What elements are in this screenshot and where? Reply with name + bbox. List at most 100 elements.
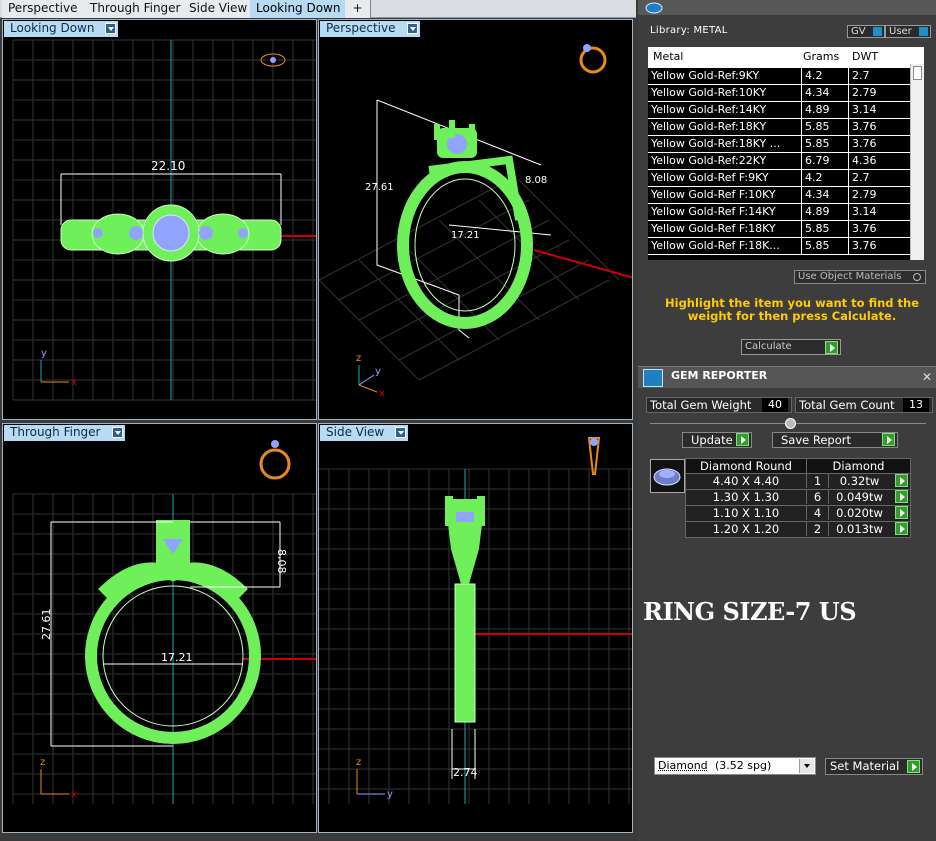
play-icon bbox=[736, 433, 749, 446]
grams-cell: 5.85 bbox=[801, 238, 847, 254]
table-row[interactable]: Yellow Gold-Ref F:14KY 4.89 3.14 bbox=[648, 203, 924, 220]
table-row[interactable]: Yellow Gold-Ref:9KY 4.2 2.7 bbox=[648, 67, 924, 84]
gv-button[interactable]: GV bbox=[847, 25, 885, 38]
user-button[interactable]: User bbox=[885, 25, 931, 38]
dwt-cell: 3.76 bbox=[848, 238, 910, 254]
gem-size-cell: 1.30 X 1.30 bbox=[712, 490, 780, 504]
side-view-scene: 2.74 z y bbox=[319, 437, 632, 804]
through-finger-scene: 27.61 8.08 17.21 z x bbox=[12, 440, 316, 804]
viewport-looking-down[interactable]: Looking Down 22.10 y x bbox=[2, 19, 317, 420]
metal-table[interactable]: Metal Grams DWT Yellow Gold-Ref:9KY 4.2 2.… bbox=[648, 47, 924, 260]
gem-weight-cell: 0.013tw bbox=[828, 522, 890, 536]
library-icon bbox=[645, 2, 663, 14]
column-header-metal[interactable]: Metal bbox=[653, 47, 683, 67]
tab-perspective[interactable]: Perspective bbox=[2, 0, 85, 18]
gem-table-row[interactable]: 1.20 X 1.20 2 0.013tw bbox=[685, 522, 911, 538]
table-row[interactable]: Yellow Gold-Ref:14KY 4.89 3.14 bbox=[648, 101, 924, 118]
grams-cell: 4.34 bbox=[801, 187, 847, 203]
view-tabs: Perspective Through Finger Side View Loo… bbox=[0, 0, 636, 18]
viewport-through-finger[interactable]: Through Finger 27.61 8.08 17.21 z x bbox=[2, 423, 317, 833]
metal-table-header: Metal Grams DWT bbox=[648, 47, 924, 67]
metal-name-cell: Yellow Gold-Ref:10KY bbox=[651, 86, 767, 99]
chevron-down-icon[interactable] bbox=[395, 427, 407, 438]
gem-weight-cell: 0.020tw bbox=[828, 506, 890, 520]
calculate-button[interactable]: Calculate bbox=[741, 339, 841, 355]
add-tab-button[interactable]: + bbox=[345, 0, 371, 18]
axis-indicator bbox=[356, 769, 385, 795]
gem-slider-handle[interactable] bbox=[785, 418, 796, 429]
dimension-label: 17.21 bbox=[161, 651, 193, 664]
dimension-label: 27.61 bbox=[365, 182, 394, 193]
user-toggle-icon bbox=[918, 27, 928, 36]
gem-table-row[interactable]: 4.40 X 4.40 1 0.32tw bbox=[685, 474, 911, 490]
grams-cell: 5.85 bbox=[801, 119, 847, 135]
close-icon[interactable]: ✕ bbox=[922, 370, 932, 384]
dwt-cell: 3.14 bbox=[848, 102, 910, 118]
viewport-perspective[interactable]: Perspective 27.61 8.08 17.21 z y x bbox=[318, 19, 633, 420]
gem-reporter-icon bbox=[643, 369, 663, 387]
table-scrollbar[interactable] bbox=[910, 64, 924, 260]
viewport-label[interactable]: Through Finger bbox=[4, 425, 125, 441]
orientation-gizmo bbox=[259, 440, 291, 480]
axis-z-label: z bbox=[356, 757, 361, 768]
diamond-thumbnail[interactable] bbox=[650, 459, 685, 493]
play-icon[interactable] bbox=[895, 490, 908, 503]
metal-name-cell: Yellow Gold-Ref F:14KY bbox=[651, 205, 776, 218]
table-row[interactable]: Yellow Gold-Ref F:9KY 4.2 2.7 bbox=[648, 169, 924, 186]
app-window: Perspective Through Finger Side View Loo… bbox=[0, 0, 936, 841]
looking-down-scene: 22.10 y x bbox=[12, 39, 316, 401]
metal-name-cell: Yellow Gold-Ref F:18K... bbox=[651, 239, 780, 252]
ring-top-view bbox=[60, 204, 282, 262]
viewport-label[interactable]: Side View bbox=[320, 425, 409, 441]
gem-table-row[interactable]: 1.30 X 1.30 6 0.049tw bbox=[685, 490, 911, 506]
chevron-down-icon[interactable] bbox=[105, 23, 117, 34]
table-row[interactable]: Yellow Gold-Ref:22KY 6.79 4.36 bbox=[648, 152, 924, 169]
gem-table-row[interactable]: 1.10 X 1.10 4 0.020tw bbox=[685, 506, 911, 522]
viewport-label[interactable]: Perspective bbox=[320, 21, 420, 37]
material-density: (3.52 spg) bbox=[715, 759, 772, 772]
axis-y-label: y bbox=[41, 348, 47, 359]
column-header-grams[interactable]: Grams bbox=[803, 47, 839, 67]
grams-cell: 4.2 bbox=[801, 170, 847, 186]
ring-perspective bbox=[397, 120, 533, 329]
gem-count-cell: 6 bbox=[806, 490, 828, 504]
tab-looking-down[interactable]: Looking Down bbox=[250, 0, 348, 18]
axis-y-label: y bbox=[375, 366, 381, 377]
metal-name-cell: Yellow Gold-Ref:18KY ... bbox=[651, 137, 781, 150]
tab-side-view[interactable]: Side View bbox=[183, 0, 255, 18]
play-icon[interactable] bbox=[895, 474, 908, 487]
chevron-down-icon[interactable] bbox=[406, 23, 418, 34]
grams-cell: 4.2 bbox=[801, 68, 847, 84]
play-icon bbox=[882, 433, 895, 446]
axis-x-label: x bbox=[71, 789, 77, 800]
material-select[interactable]: Diamond (3.52 spg) bbox=[654, 757, 816, 775]
column-header-dwt[interactable]: DWT bbox=[852, 47, 878, 67]
update-button[interactable]: Update bbox=[682, 432, 752, 448]
viewport-side-view[interactable]: Side View 2.74 z y bbox=[318, 423, 633, 833]
gem-reporter-header: GEM REPORTER ✕ bbox=[638, 366, 936, 388]
chevron-down-icon[interactable] bbox=[111, 427, 123, 438]
tab-through-finger[interactable]: Through Finger bbox=[84, 0, 188, 18]
set-material-button[interactable]: Set Material bbox=[825, 758, 923, 775]
scrollbar-thumb[interactable] bbox=[913, 66, 922, 80]
play-icon bbox=[825, 341, 838, 354]
table-row[interactable]: Yellow Gold-Ref:18KY 5.85 3.76 bbox=[648, 118, 924, 135]
play-icon[interactable] bbox=[895, 522, 908, 535]
gem-table[interactable]: Diamond Round Diamond 4.40 X 4.40 1 0.32tw… bbox=[685, 458, 911, 538]
table-row[interactable]: Yellow Gold-Ref F:18KY 5.85 3.76 bbox=[648, 220, 924, 237]
save-report-button[interactable]: Save Report bbox=[772, 432, 898, 448]
table-row[interactable]: Yellow Gold-Ref F:18K... 5.85 3.76 bbox=[648, 237, 924, 254]
gem-size-cell: 1.20 X 1.20 bbox=[712, 522, 780, 536]
table-row[interactable]: Yellow Gold-Ref:10KY 4.34 2.79 bbox=[648, 84, 924, 101]
dropdown-arrow-icon[interactable] bbox=[799, 759, 814, 773]
gv-toggle-icon bbox=[872, 27, 882, 36]
axis-x-label: x bbox=[71, 377, 77, 388]
material-name: Diamond bbox=[658, 759, 708, 772]
play-icon[interactable] bbox=[895, 506, 908, 519]
table-row[interactable]: Yellow Gold-Ref:18KY ... 5.85 3.76 bbox=[648, 135, 924, 152]
gem-material-header: Diamond bbox=[806, 459, 910, 473]
use-object-materials-toggle[interactable]: Use Object Materials bbox=[794, 270, 926, 284]
table-row[interactable]: Yellow Gold-Ref F:10KY 4.34 2.79 bbox=[648, 186, 924, 203]
viewport-label[interactable]: Looking Down bbox=[4, 21, 119, 37]
dimension-label: 22.10 bbox=[151, 159, 185, 173]
